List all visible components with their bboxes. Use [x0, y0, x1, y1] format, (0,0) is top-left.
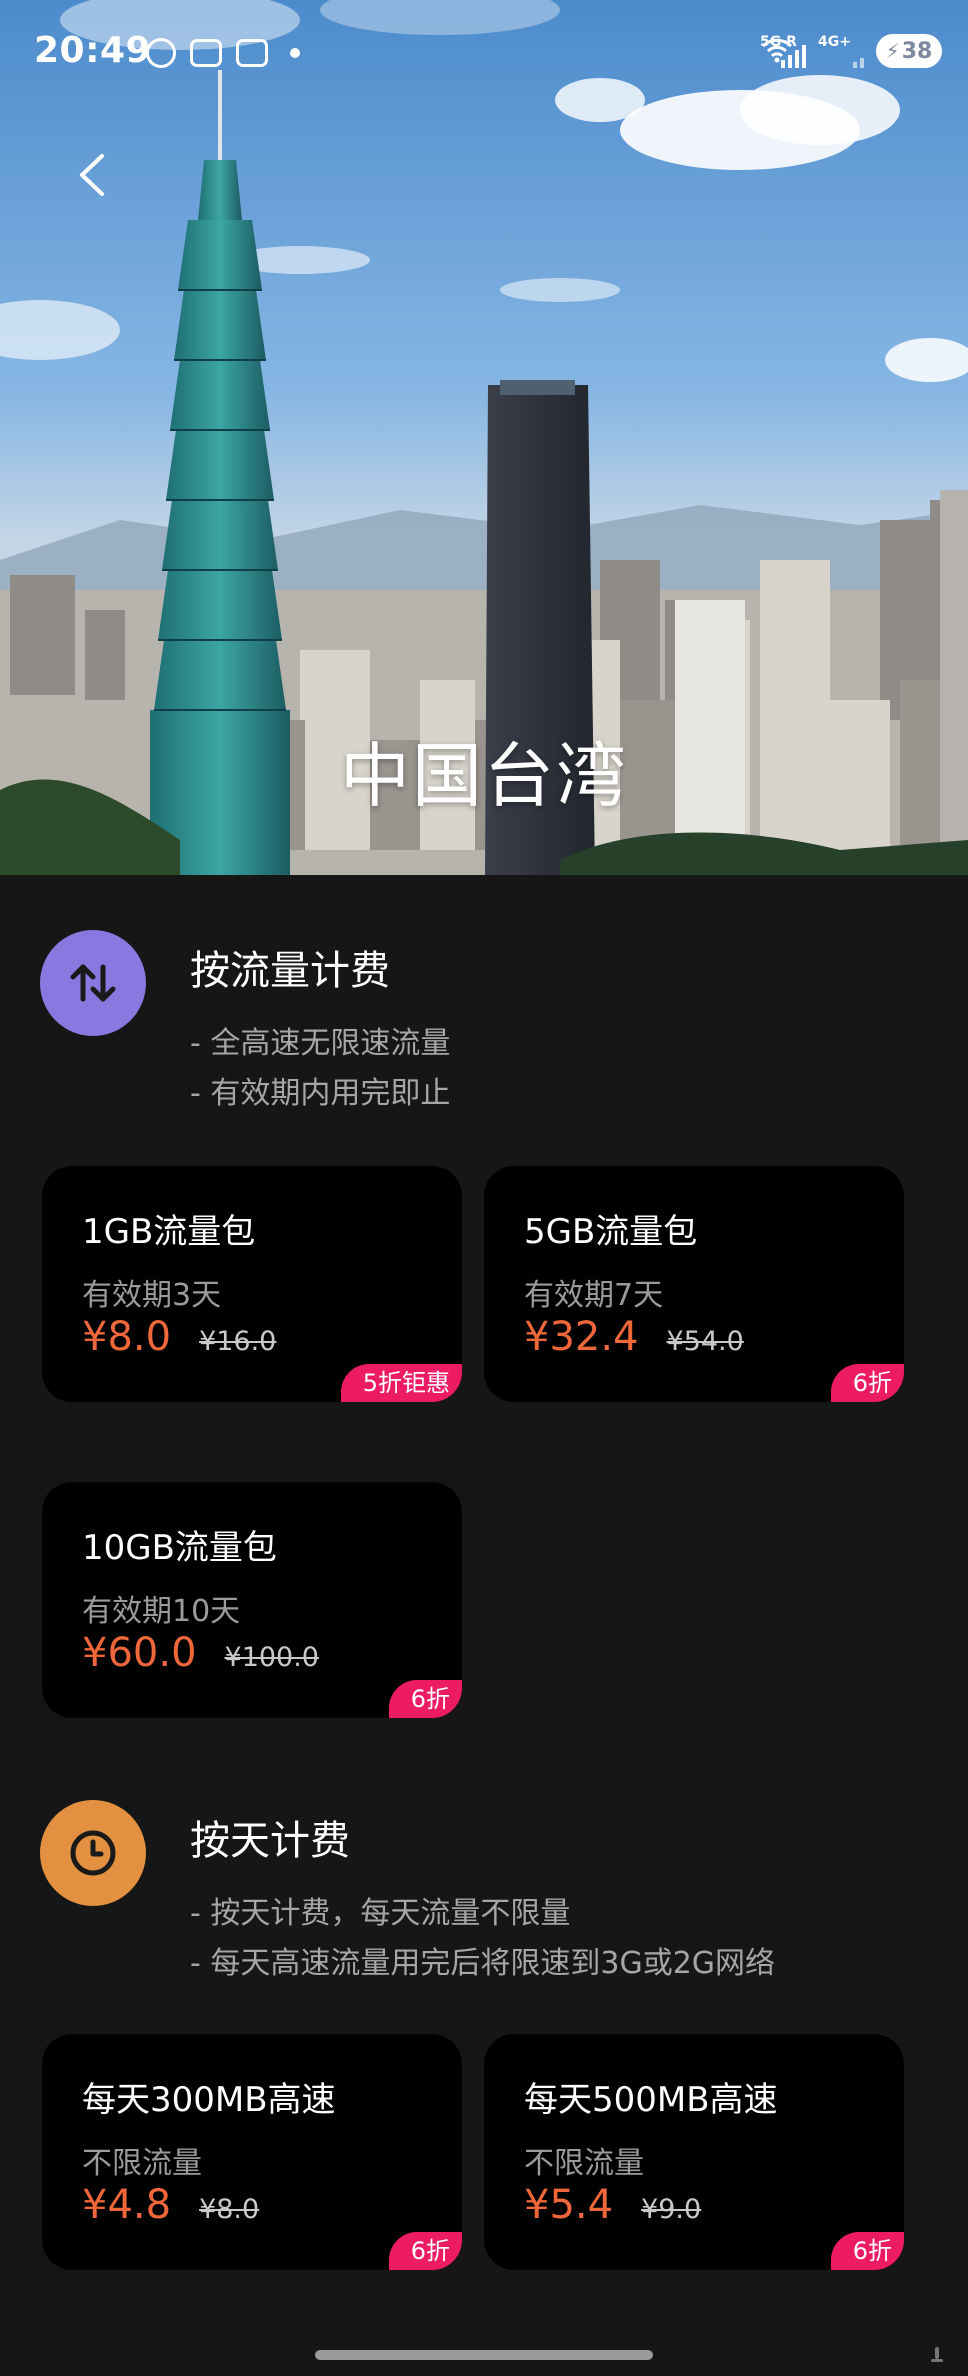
- screenshot-notification-icon: [190, 39, 222, 67]
- app-screen: 20:49 5G R 4G+ ⚡ 38 中国台湾 按流量计费 - 全高速无限速流…: [0, 0, 968, 2376]
- plan-original-price: ¥16.0: [199, 1326, 277, 1357]
- plan-name: 10GB流量包: [82, 1528, 277, 1568]
- section-data-billing: 按流量计费 - 全高速无限速流量 - 有效期内用完即止: [40, 930, 940, 1120]
- charging-bolt-icon: ⚡: [885, 39, 900, 63]
- discount-badge: 6折: [830, 2232, 904, 2270]
- back-button[interactable]: [64, 140, 120, 210]
- chevron-left-icon: [80, 154, 104, 196]
- plan-name: 1GB流量包: [82, 1212, 256, 1252]
- plan-validity: 有效期10天: [82, 1594, 241, 1629]
- plan-validity: 有效期7天: [524, 1278, 664, 1313]
- section-desc-line: - 有效期内用完即止: [190, 1076, 451, 1111]
- plan-validity: 不限流量: [524, 2146, 644, 2181]
- battery-indicator: ⚡ 38: [876, 34, 942, 68]
- plan-price: ¥32.4: [524, 1314, 639, 1360]
- section-desc-line: - 每天高速流量用完后将限速到3G或2G网络: [190, 1946, 776, 1981]
- price-row: ¥8.0 ¥16.0: [82, 1314, 276, 1360]
- clock-icon: [40, 1800, 146, 1906]
- plan-price: ¥5.4: [524, 2182, 614, 2228]
- price-row: ¥5.4 ¥9.0: [524, 2182, 701, 2228]
- battery-level: 38: [901, 38, 933, 64]
- network-tag-4g: 4G+: [818, 34, 851, 50]
- price-row: ¥32.4 ¥54.0: [524, 1314, 744, 1360]
- discount-badge: 6折: [388, 1680, 462, 1718]
- section-daily-billing: 按天计费 - 按天计费，每天流量不限量 - 每天高速流量用完后将限速到3G或2G…: [40, 1800, 940, 1990]
- signal-4g-icon: 4G+: [818, 34, 864, 68]
- system-status-icons: 5G R 4G+ ⚡ 38: [760, 34, 942, 68]
- status-time: 20:49: [34, 30, 152, 71]
- plan-validity: 有效期3天: [82, 1278, 222, 1313]
- plan-card-10gb[interactable]: 10GB流量包 有效期10天 ¥60.0 ¥100.0 6折: [42, 1482, 462, 1718]
- sync-notification-icon: [146, 38, 176, 68]
- discount-badge: 6折: [830, 1364, 904, 1402]
- plan-price: ¥4.8: [82, 2182, 172, 2228]
- plan-card-1gb[interactable]: 1GB流量包 有效期3天 ¥8.0 ¥16.0 5折钜惠: [42, 1166, 462, 1402]
- more-notifications-dot-icon: [290, 48, 300, 58]
- home-indicator[interactable]: [315, 2350, 653, 2360]
- hero-banner: 20:49 5G R 4G+ ⚡ 38 中国台湾: [0, 0, 968, 875]
- section-desc-line: - 全高速无限速流量: [190, 1026, 451, 1061]
- section-title: 按流量计费: [190, 948, 390, 994]
- plan-name: 每天500MB高速: [524, 2080, 778, 2120]
- discount-badge: 5折钜惠: [340, 1364, 462, 1402]
- plan-card-500mb-daily[interactable]: 每天500MB高速 不限流量 ¥5.4 ¥9.0 6折: [484, 2034, 904, 2270]
- notification-icons: [146, 38, 300, 68]
- camera-notification-icon: [236, 39, 268, 67]
- section-desc-line: - 按天计费，每天流量不限量: [190, 1896, 571, 1931]
- plan-original-price: ¥100.0: [224, 1642, 319, 1673]
- plan-name: 每天300MB高速: [82, 2080, 336, 2120]
- plan-original-price: ¥54.0: [666, 1326, 744, 1357]
- price-row: ¥60.0 ¥100.0: [82, 1630, 319, 1676]
- plan-card-5gb[interactable]: 5GB流量包 有效期7天 ¥32.4 ¥54.0 6折: [484, 1166, 904, 1402]
- plan-price: ¥60.0: [82, 1630, 197, 1676]
- status-bar: 20:49 5G R 4G+ ⚡ 38: [0, 0, 968, 110]
- plan-original-price: ¥8.0: [199, 2194, 260, 2225]
- plan-original-price: ¥9.0: [641, 2194, 702, 2225]
- plan-name: 5GB流量包: [524, 1212, 698, 1252]
- price-row: ¥4.8 ¥8.0: [82, 2182, 259, 2228]
- section-title: 按天计费: [190, 1818, 350, 1864]
- discount-badge: 6折: [388, 2232, 462, 2270]
- wifi-icon: [761, 38, 793, 63]
- plan-price: ¥8.0: [82, 1314, 172, 1360]
- assistive-touch-icon: [931, 2347, 943, 2362]
- plan-card-300mb-daily[interactable]: 每天300MB高速 不限流量 ¥4.8 ¥8.0 6折: [42, 2034, 462, 2270]
- plan-validity: 不限流量: [82, 2146, 202, 2181]
- page-title: 中国台湾: [340, 735, 628, 817]
- up-down-arrows-icon: [40, 930, 146, 1036]
